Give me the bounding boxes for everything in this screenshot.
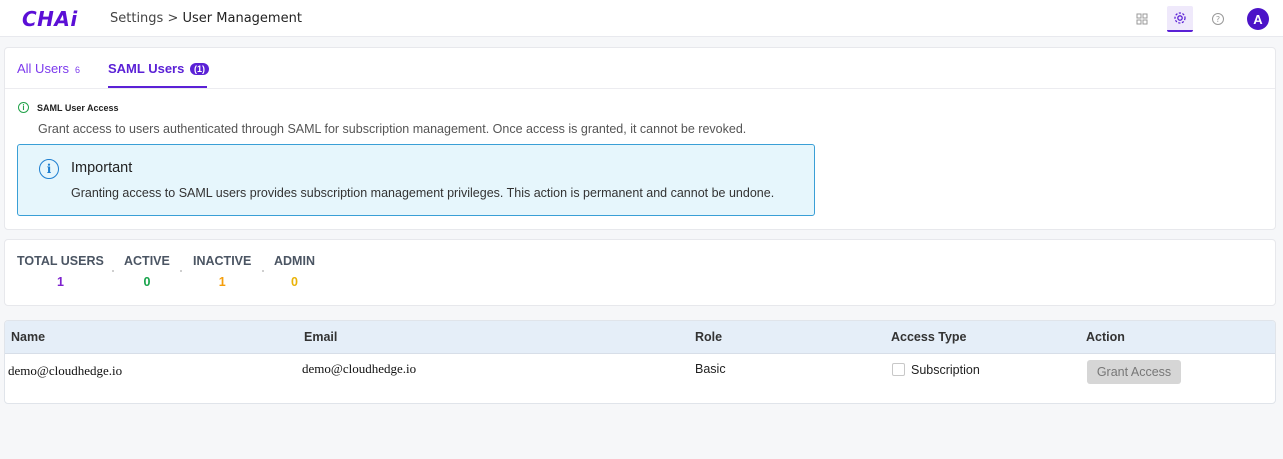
column-header-action[interactable]: Action	[1086, 330, 1125, 344]
info-icon: i	[39, 159, 59, 179]
stat-divider	[180, 270, 182, 272]
cell-email: demo@cloudhedge.io	[302, 361, 417, 376]
stat-active: ACTIVE 0	[124, 254, 170, 289]
stat-value: 1	[56, 275, 64, 289]
table-header: Name Email Role Access Type Action	[5, 321, 1275, 354]
tab-all-users-count: 6	[75, 65, 81, 75]
tab-saml-users-label: SAML Users	[108, 61, 185, 76]
help-icon[interactable]: ?	[1205, 6, 1231, 32]
saml-access-card: All Users 6 SAML Users (1) i SAML User Ac…	[4, 47, 1276, 230]
column-header-email[interactable]: Email	[304, 330, 337, 344]
stat-label: INACTIVE	[193, 254, 252, 268]
stat-label: ADMIN	[274, 254, 315, 268]
tab-all-users[interactable]: All Users 6	[17, 61, 80, 76]
tab-saml-users-badge: (1)	[189, 63, 209, 75]
active-tab-indicator	[108, 86, 207, 88]
stat-total-users: TOTAL USERS 1	[17, 254, 104, 289]
user-stats-card: TOTAL USERS 1 ACTIVE 0 INACTIVE 1 ADMIN …	[4, 239, 1276, 306]
saml-access-title: SAML User Access	[37, 102, 119, 113]
stat-value: 0	[143, 275, 151, 289]
important-title: Important	[71, 160, 133, 176]
user-tabs: All Users 6 SAML Users (1)	[5, 48, 1275, 89]
saml-users-table: Name Email Role Access Type Action demo@…	[4, 320, 1276, 404]
tab-all-users-label: All Users	[17, 61, 70, 76]
saml-access-heading: i SAML User Access	[18, 102, 119, 113]
stat-value: 0	[291, 275, 298, 289]
subscription-checkbox[interactable]	[892, 363, 905, 376]
breadcrumb: Settings > User Management	[110, 11, 302, 26]
column-header-name[interactable]: Name	[11, 330, 45, 344]
breadcrumb-separator: >	[167, 11, 179, 26]
important-notice: i Important Granting access to SAML user…	[17, 144, 815, 216]
top-bar: CHAi Settings > User Management ? A	[0, 0, 1283, 37]
breadcrumb-user-management: User Management	[182, 11, 302, 26]
stat-admin: ADMIN 0	[274, 254, 315, 289]
stat-label: ACTIVE	[124, 254, 170, 268]
stat-label: TOTAL USERS	[17, 254, 104, 268]
user-avatar[interactable]: A	[1247, 8, 1269, 30]
settings-gear-icon[interactable]	[1167, 6, 1193, 32]
svg-text:?: ?	[1216, 15, 1220, 24]
stat-divider	[262, 270, 264, 272]
cell-role: Basic	[695, 362, 726, 376]
breadcrumb-settings[interactable]: Settings	[110, 11, 163, 26]
grant-access-button[interactable]: Grant Access	[1087, 360, 1181, 384]
top-icons: ? A	[1129, 6, 1269, 32]
cell-access-type: Subscription	[911, 363, 980, 377]
saml-access-description: Grant access to users authenticated thro…	[38, 122, 747, 136]
app-logo[interactable]: CHAi	[22, 7, 78, 31]
stat-value: 1	[218, 275, 226, 289]
apps-grid-icon[interactable]	[1129, 6, 1155, 32]
stat-inactive: INACTIVE 1	[193, 254, 251, 289]
stat-divider	[112, 270, 114, 272]
column-header-role[interactable]: Role	[695, 330, 722, 344]
cell-name: demo@cloudhedge.io	[8, 363, 123, 378]
tab-saml-users[interactable]: SAML Users (1)	[108, 61, 209, 76]
info-circle-icon: i	[18, 102, 29, 113]
important-text: Granting access to SAML users provides s…	[71, 186, 775, 200]
column-header-access-type[interactable]: Access Type	[891, 330, 967, 344]
